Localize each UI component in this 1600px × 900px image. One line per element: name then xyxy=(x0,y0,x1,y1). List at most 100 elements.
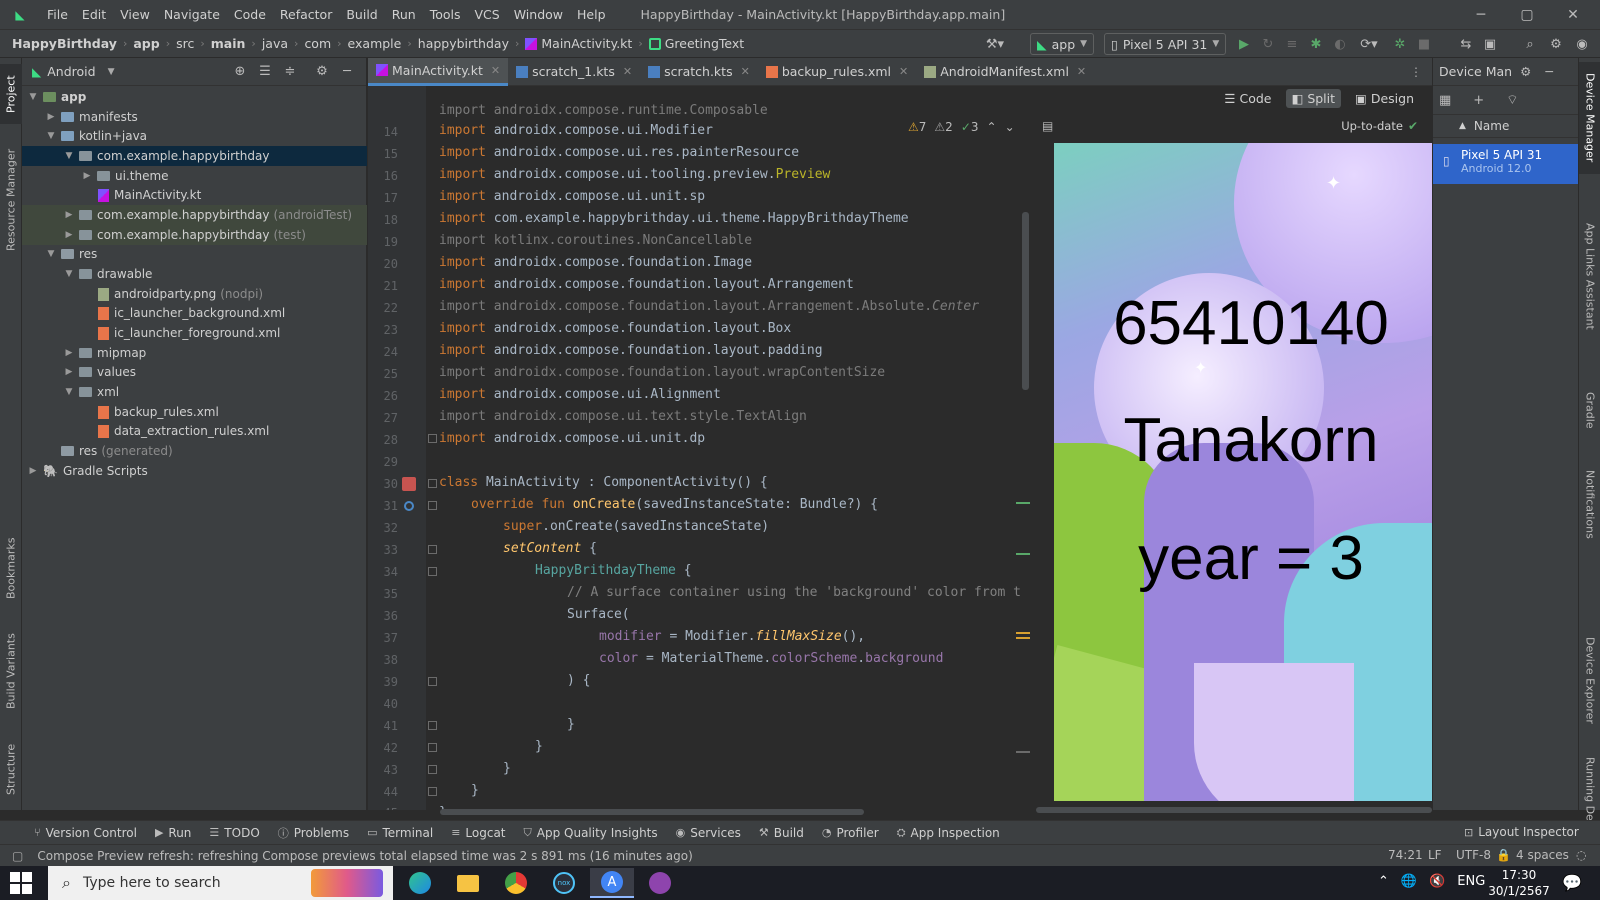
device-list-icon[interactable]: ▦ xyxy=(1439,93,1451,108)
file-encoding[interactable]: UTF-8 xyxy=(1456,848,1491,862)
warning-marker[interactable] xyxy=(1016,632,1030,634)
tree-item-ui-theme[interactable]: ▶ ui.theme xyxy=(22,166,367,186)
tool-tab-structure[interactable]: Structure xyxy=(0,734,22,804)
tool-tab-app-links-assistant[interactable]: App Links Assistant xyxy=(1579,188,1600,364)
tree-item-mainactivity[interactable]: MainActivity.kt xyxy=(22,185,367,205)
tool-tab-device-explorer[interactable]: Device Explorer xyxy=(1579,630,1600,730)
debug-bug-icon[interactable]: ✱ xyxy=(1306,33,1326,55)
hide-panel-icon[interactable]: ─ xyxy=(1545,64,1553,79)
input-language[interactable]: ENG xyxy=(1457,874,1485,889)
tray-expand-icon[interactable]: ⌃ xyxy=(1378,874,1389,889)
preview-horizontal-scrollbar[interactable] xyxy=(1036,807,1432,813)
menu-edit[interactable]: Edit xyxy=(75,0,113,29)
taskbar-app-edge[interactable] xyxy=(398,868,442,898)
tool-tab-gradle[interactable]: Gradle xyxy=(1579,376,1600,444)
add-device-icon[interactable]: + xyxy=(1473,93,1484,108)
tool-todo[interactable]: ☰ TODO xyxy=(209,826,259,840)
close-tab-icon[interactable]: ✕ xyxy=(741,65,750,78)
tool-terminal[interactable]: ▭ Terminal xyxy=(367,826,433,840)
tool-version-control[interactable]: ⑂ Version Control xyxy=(34,826,137,840)
breadcrumb-project[interactable]: HappyBirthday xyxy=(8,36,121,51)
taskbar-app-github-desktop[interactable] xyxy=(638,868,682,898)
activity-gutter-icon[interactable] xyxy=(402,477,416,491)
settings-gear-icon[interactable]: ⚙ xyxy=(1546,33,1566,55)
caret-position[interactable]: 74:21 xyxy=(1388,848,1423,862)
tree-item-package-androidtest[interactable]: ▶ com.example.happybirthday (androidTest) xyxy=(22,205,367,225)
close-tab-icon[interactable]: ✕ xyxy=(899,65,908,78)
override-gutter-icon[interactable] xyxy=(404,501,414,511)
expand-all-icon[interactable]: ☰ xyxy=(257,64,273,80)
apply-changes-icon[interactable]: ≡ xyxy=(1282,33,1302,55)
breadcrumb-main[interactable]: main xyxy=(207,36,250,51)
account-icon[interactable]: ◉ xyxy=(1572,33,1592,55)
breadcrumb-src[interactable]: src xyxy=(172,36,198,51)
tool-problems[interactable]: ⓘ Problems xyxy=(278,825,349,841)
rerun-icon[interactable]: ↻ xyxy=(1258,33,1278,55)
split-view-button[interactable]: ◧ Split xyxy=(1285,88,1342,108)
tool-tab-build-variants[interactable]: Build Variants xyxy=(0,624,22,718)
device-selector-dropdown[interactable]: ▯ Pixel 5 API 31 ▼ xyxy=(1104,33,1227,55)
more-tabs-icon[interactable]: ⋮ xyxy=(1410,65,1432,79)
tree-item-manifests[interactable]: ▶ manifests xyxy=(22,107,367,127)
menu-help[interactable]: Help xyxy=(570,0,613,29)
breadcrumb-com[interactable]: com xyxy=(300,36,335,51)
tree-item-values[interactable]: ▶ values xyxy=(22,362,367,382)
locate-file-icon[interactable]: ⊕ xyxy=(232,64,248,80)
tool-logcat[interactable]: ≡ Logcat xyxy=(451,826,505,840)
menu-navigate[interactable]: Navigate xyxy=(157,0,227,29)
tool-tab-project[interactable]: Project xyxy=(0,64,22,124)
tool-tab-notifications[interactable]: Notifications xyxy=(1579,454,1600,554)
tree-item-res-generated[interactable]: res (generated) xyxy=(22,441,367,461)
tree-item-backup-rules[interactable]: backup_rules.xml xyxy=(22,402,367,422)
run-play-icon[interactable]: ▶ xyxy=(1234,33,1254,55)
indent-setting[interactable]: 4 spaces xyxy=(1516,848,1569,862)
column-header-name[interactable]: ▲ Name xyxy=(1433,114,1578,138)
tool-profiler[interactable]: ◔ Profiler xyxy=(822,826,879,840)
tree-item-ic-launcher-background[interactable]: ic_launcher_background.xml xyxy=(22,303,367,323)
tool-tab-resource-manager[interactable]: Resource Manager xyxy=(0,144,22,256)
tool-app-quality-insights[interactable]: ⛉ App Quality Insights xyxy=(524,826,658,840)
tree-item-res[interactable]: ▼ res xyxy=(22,244,367,264)
panel-settings-gear-icon[interactable]: ⚙ xyxy=(314,64,330,80)
preview-options-icon[interactable]: ▤ xyxy=(1042,119,1053,133)
menu-file[interactable]: File xyxy=(40,0,75,29)
change-marker[interactable] xyxy=(1016,502,1030,504)
taskbar-app-nox[interactable]: nox xyxy=(542,868,586,898)
collapse-all-icon[interactable]: ≑ xyxy=(282,64,298,80)
tab-androidmanifest[interactable]: AndroidManifest.xml ✕ xyxy=(916,58,1094,86)
project-view-selector[interactable]: Android xyxy=(47,64,95,79)
device-manager-toolbar-icon[interactable]: ▣ xyxy=(1480,33,1500,55)
tree-item-package-main[interactable]: ▼ com.example.happybirthday xyxy=(22,146,367,166)
close-icon[interactable]: ✕ xyxy=(1550,0,1596,29)
taskbar-app-chrome[interactable] xyxy=(494,868,538,898)
close-tab-icon[interactable]: ✕ xyxy=(491,64,500,77)
sync-gradle-icon[interactable]: ⇆ xyxy=(1456,33,1476,55)
tool-layout-inspector[interactable]: ⊡ Layout Inspector xyxy=(1464,825,1579,839)
warning-marker[interactable] xyxy=(1016,637,1030,639)
tree-item-kotlin-java[interactable]: ▼ kotlin+java xyxy=(22,126,367,146)
memory-indicator-icon[interactable]: ◌ xyxy=(1576,848,1586,862)
tab-mainactivity[interactable]: MainActivity.kt ✕ xyxy=(368,57,509,86)
tool-run[interactable]: ▶ Run xyxy=(155,826,191,840)
line-separator[interactable]: LF xyxy=(1428,848,1442,862)
change-marker[interactable] xyxy=(1016,553,1030,555)
notification-center-icon[interactable]: 💬 xyxy=(1562,873,1582,892)
attach-process-icon[interactable]: ✲ xyxy=(1390,33,1410,55)
device-row-pixel5[interactable]: ▯ Pixel 5 API 31 Android 12.0 xyxy=(1433,144,1578,184)
tree-item-ic-launcher-foreground[interactable]: ic_launcher_foreground.xml xyxy=(22,323,367,343)
tab-scratch[interactable]: scratch.kts ✕ xyxy=(640,58,758,86)
code-view-button[interactable]: ☰ Code xyxy=(1218,89,1277,108)
breadcrumb-package[interactable]: happybirthday xyxy=(414,36,513,51)
menu-refactor[interactable]: Refactor xyxy=(273,0,339,29)
minimize-icon[interactable]: ─ xyxy=(1458,0,1504,29)
tree-item-xml[interactable]: ▼ xml xyxy=(22,382,367,402)
breadcrumb-example[interactable]: example xyxy=(344,36,406,51)
search-icon[interactable]: ⌕ xyxy=(1520,33,1540,55)
menu-run[interactable]: Run xyxy=(385,0,423,29)
toggle-tool-windows-icon[interactable]: ▢ xyxy=(12,849,23,863)
tree-item-androidparty-png[interactable]: androidparty.png (nodpi) xyxy=(22,284,367,304)
hide-panel-icon[interactable]: ─ xyxy=(339,64,355,80)
attach-debugger-icon[interactable]: ⟳▾ xyxy=(1354,33,1384,55)
breadcrumb-file[interactable]: MainActivity.kt xyxy=(521,36,636,51)
make-project-hammer-icon[interactable]: ⚒▾ xyxy=(980,33,1010,55)
